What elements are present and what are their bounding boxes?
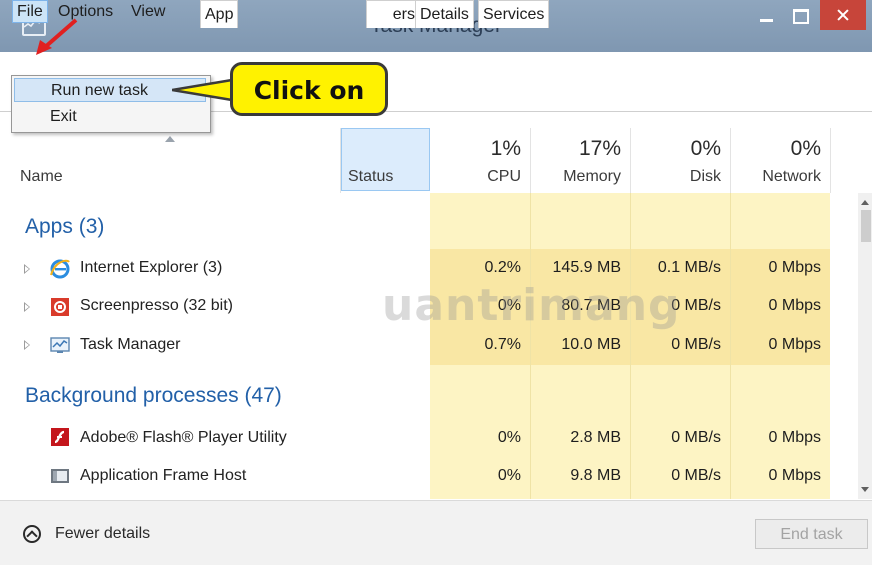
cpu-value: 0%	[497, 429, 521, 446]
cpu-value: 0%	[497, 467, 521, 484]
close-button[interactable]	[820, 0, 866, 30]
scrollbar-thumb[interactable]	[861, 210, 871, 242]
callout-pointer	[172, 78, 234, 102]
network-value: 0 Mbps	[768, 467, 821, 484]
network-value: 0 Mbps	[768, 297, 821, 314]
tab-app-history[interactable]: App	[200, 0, 239, 28]
task-manager-icon	[50, 337, 70, 353]
network-value: 0 Mbps	[768, 429, 821, 446]
background-section-title: Background processes (47)	[25, 384, 282, 407]
cpu-value: 0.2%	[484, 259, 521, 276]
memory-value: 145.9 MB	[552, 259, 621, 276]
network-value: 0 Mbps	[768, 336, 821, 353]
collapse-chevron-icon[interactable]	[23, 525, 41, 543]
maximize-button[interactable]	[783, 0, 817, 30]
internet-explorer-icon	[50, 259, 70, 279]
callout-text: Click on	[253, 76, 365, 105]
minimize-button[interactable]	[750, 0, 782, 30]
red-arrow-icon	[36, 18, 78, 55]
cpu-column-header[interactable]: CPU	[430, 168, 521, 186]
memory-value: 2.8 MB	[570, 429, 621, 446]
application-frame-icon	[51, 469, 69, 483]
expand-chevron-icon[interactable]	[24, 302, 30, 312]
menu-item-exit[interactable]: Exit	[14, 105, 206, 129]
click-on-callout: Click on	[230, 62, 388, 116]
memory-total-percent: 17%	[578, 137, 621, 160]
process-name: Internet Explorer (3)	[80, 259, 223, 276]
flash-player-icon	[51, 428, 69, 446]
disk-value: 0 MB/s	[671, 336, 721, 353]
watermark: uantrimang	[382, 280, 681, 331]
disk-total-percent: 0%	[690, 137, 721, 160]
scroll-down-icon[interactable]	[861, 487, 869, 492]
process-name: Task Manager	[80, 336, 181, 353]
tab-details[interactable]: Details	[415, 0, 474, 28]
name-column-header[interactable]: Name	[20, 168, 63, 186]
expand-chevron-icon[interactable]	[24, 340, 30, 350]
disk-column-header[interactable]: Disk	[630, 168, 721, 186]
process-name: Adobe® Flash® Player Utility	[80, 429, 287, 446]
status-column-label: Status	[348, 168, 394, 185]
scroll-up-icon[interactable]	[861, 200, 869, 205]
memory-value: 10.0 MB	[561, 336, 621, 353]
end-task-button[interactable]: End task	[755, 519, 868, 549]
disk-value: 0.1 MB/s	[657, 259, 721, 276]
memory-value: 9.8 MB	[570, 467, 621, 484]
cpu-total-percent: 1%	[490, 137, 521, 160]
network-value: 0 Mbps	[768, 259, 821, 276]
cpu-value: 0.7%	[484, 336, 521, 353]
network-total-percent: 0%	[790, 137, 821, 160]
menu-view[interactable]: View	[127, 1, 169, 22]
process-name: Screenpresso (32 bit)	[80, 297, 233, 314]
tab-services[interactable]: Services	[478, 0, 550, 28]
screenpresso-icon	[51, 298, 69, 316]
expand-chevron-icon[interactable]	[24, 264, 30, 274]
tab-users[interactable]: ers	[366, 0, 420, 28]
network-column-header[interactable]: Network	[730, 168, 821, 186]
fewer-details-link[interactable]: Fewer details	[55, 525, 150, 543]
sort-caret-icon	[165, 136, 175, 142]
memory-column-header[interactable]: Memory	[530, 168, 621, 186]
disk-value: 0 MB/s	[671, 429, 721, 446]
disk-value: 0 MB/s	[671, 467, 721, 484]
apps-section-title: Apps (3)	[25, 215, 105, 238]
process-name: Application Frame Host	[80, 467, 247, 484]
menu-bar	[0, 52, 872, 75]
